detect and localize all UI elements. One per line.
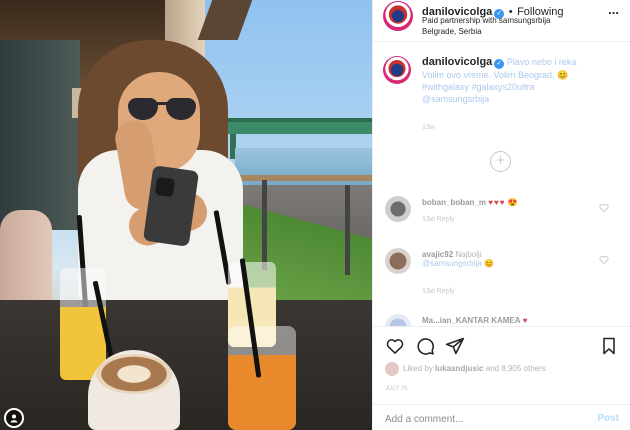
post-comment-button[interactable]: Post bbox=[597, 413, 619, 424]
comment-avatar[interactable] bbox=[385, 196, 411, 222]
comment-text: Ma...ian_KANTAR KAMEA ♥ bbox=[422, 316, 602, 325]
caption-text: danilovicolga ✓ Plavo nebo i reka Volim o… bbox=[422, 56, 618, 105]
location-link[interactable]: Belgrade, Serbia bbox=[422, 27, 482, 36]
comment-emoji: 😍 bbox=[507, 198, 518, 207]
comment-meta[interactable]: 13w Reply bbox=[422, 288, 455, 295]
comment-like-heart-icon[interactable] bbox=[599, 252, 609, 265]
paid-partnership-label[interactable]: Paid partnership with samsungsrbija bbox=[422, 16, 551, 25]
comment-username[interactable]: Ma...ian_KANTAR KAMEA bbox=[422, 316, 521, 325]
photo-awning bbox=[197, 0, 253, 40]
more-options-icon[interactable]: ... bbox=[608, 2, 619, 17]
post-side-panel: danilovicolga ✓ • Following Paid partners… bbox=[372, 0, 630, 430]
photo-railing bbox=[240, 175, 372, 181]
comment-emoji: ♥♥♥ bbox=[488, 198, 506, 207]
comment-avatar[interactable] bbox=[385, 248, 411, 274]
photo-table bbox=[0, 300, 372, 430]
comment-item: avajic92 Najbolji @samsungsrbija 😊 13w R… bbox=[373, 248, 630, 295]
post-header: danilovicolga ✓ • Following Paid partners… bbox=[373, 0, 630, 42]
comment-text: avajic92 Najbolji @samsungsrbija 😊 bbox=[422, 250, 602, 268]
caption-avatar[interactable] bbox=[383, 56, 411, 84]
tag-person-icon[interactable] bbox=[4, 408, 24, 428]
caption-mention[interactable]: @samsungsrbija bbox=[422, 94, 489, 104]
post-photo[interactable] bbox=[0, 0, 372, 430]
caption-line: Volim ovo vreme. Volim Beograd. bbox=[422, 70, 555, 80]
comment-meta[interactable]: 13w Reply bbox=[422, 216, 455, 223]
avatar[interactable] bbox=[383, 1, 413, 31]
comment-item: boban_boban_m ♥♥♥ 😍 13w Reply bbox=[373, 196, 630, 240]
add-comment-input[interactable] bbox=[385, 411, 575, 427]
comment-emoji: ♥ bbox=[522, 316, 529, 325]
comment-mention[interactable]: @samsungsrbija bbox=[422, 259, 482, 268]
comment-body: Najbolji bbox=[455, 250, 482, 259]
comment-like-heart-icon[interactable] bbox=[599, 200, 609, 213]
caption-hashtags[interactable]: #withgalaxy #galaxys20ultra bbox=[422, 82, 535, 92]
comment-item: Ma...ian_KANTAR KAMEA ♥ bbox=[373, 314, 630, 326]
photo-sunglasses-bridge bbox=[157, 102, 167, 105]
add-comment-bar: Post bbox=[373, 404, 630, 430]
liker-username[interactable]: lukaandjusic bbox=[435, 364, 483, 373]
post-date: JULY 25 bbox=[385, 386, 408, 392]
verified-badge-icon: ✓ bbox=[494, 59, 505, 69]
likes-text[interactable]: Liked by lukaandjusic and 8,905 others bbox=[403, 364, 546, 373]
likes-count[interactable]: and 8,905 others bbox=[486, 364, 546, 373]
photo-railing-post bbox=[262, 180, 267, 270]
photo-juice-glass bbox=[60, 268, 106, 380]
photo-railing-post bbox=[345, 185, 350, 275]
caption-username[interactable]: danilovicolga bbox=[422, 56, 492, 68]
comment-avatar[interactable] bbox=[385, 314, 411, 326]
comment-bubble-icon[interactable] bbox=[415, 336, 435, 356]
photo-building bbox=[0, 40, 80, 230]
photo-smartphone-camera bbox=[154, 176, 176, 198]
comment-username[interactable]: avajic92 bbox=[422, 250, 453, 259]
comment-text: boban_boban_m ♥♥♥ 😍 bbox=[422, 198, 602, 207]
photo-juice-glass bbox=[228, 326, 296, 430]
comment-username[interactable]: boban_boban_m bbox=[422, 198, 486, 207]
likes-prefix: Liked by bbox=[403, 364, 433, 373]
caption-emoji: 😊 bbox=[557, 70, 569, 80]
save-bookmark-icon[interactable] bbox=[599, 336, 619, 356]
likes-summary: Liked by lukaandjusic and 8,905 others bbox=[373, 360, 630, 380]
load-more-comments-button[interactable]: + bbox=[490, 151, 511, 172]
caption-timestamp: 13w bbox=[422, 124, 435, 131]
liker-avatar[interactable] bbox=[385, 362, 399, 376]
share-paper-plane-icon[interactable] bbox=[445, 336, 465, 356]
photo-latte-art bbox=[96, 354, 172, 394]
like-heart-icon[interactable] bbox=[385, 336, 405, 356]
comment-emoji: 😊 bbox=[483, 259, 494, 268]
caption-line: Plavo nebo i reka bbox=[506, 57, 577, 67]
